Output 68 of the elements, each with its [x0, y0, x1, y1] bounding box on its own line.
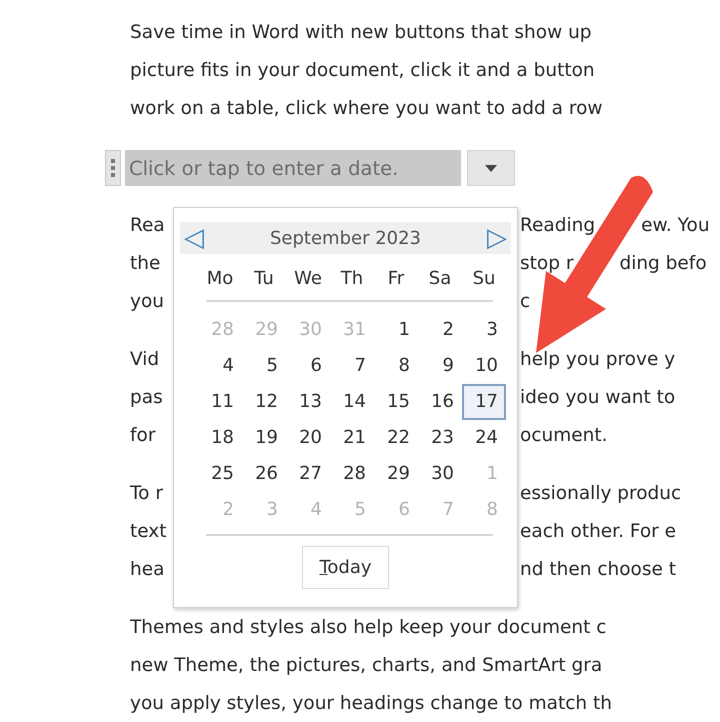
body-text: work on a table, click where you want to add a row	[130, 97, 603, 121]
weekday-label: Sa	[428, 267, 452, 291]
body-text: nd then choose t	[520, 558, 676, 582]
body-text: new Theme, the pictures, charts, and SmartArt gra	[130, 654, 602, 678]
calendar-day[interactable]: 25	[198, 456, 242, 492]
body-text: ideo you want to	[520, 386, 676, 410]
weekday-label: Mo	[206, 267, 234, 291]
calendar-day[interactable]: 17	[462, 384, 506, 420]
body-text: ew. You	[641, 214, 710, 238]
weekday-label: We	[293, 267, 323, 291]
body-text: hea	[130, 558, 164, 582]
calendar-day[interactable]: 29	[374, 456, 418, 492]
body-text: essionally produc	[520, 482, 682, 506]
body-text: help you prove y	[520, 348, 676, 372]
body-text: you	[130, 290, 164, 314]
calendar-day[interactable]: 10	[462, 348, 506, 384]
today-button[interactable]: Today	[302, 546, 389, 589]
month-title: September 2023	[270, 228, 422, 248]
weekday-label: Fr	[386, 267, 406, 291]
body-text: ocument.	[520, 424, 608, 448]
body-text: Rea	[130, 214, 165, 238]
body-text: picture fits in your document, click it and a button	[130, 59, 595, 83]
caret-icon	[485, 164, 497, 172]
calendar-day[interactable]: 8	[374, 348, 418, 384]
body-text: for	[130, 424, 156, 448]
calendar-day[interactable]: 27	[286, 456, 330, 492]
calendar-day[interactable]: 3	[462, 312, 506, 348]
body-text: text	[130, 520, 167, 544]
calendar-day[interactable]: 30	[418, 456, 462, 492]
body-text: c	[520, 290, 530, 314]
calendar-day[interactable]: 20	[286, 420, 330, 456]
calendar-day[interactable]: 7	[330, 348, 374, 384]
calendar-day[interactable]: 11	[198, 384, 242, 420]
weekday-label: Su	[472, 267, 496, 291]
calendar-day[interactable]: 21	[330, 420, 374, 456]
calendar-day[interactable]: 22	[374, 420, 418, 456]
weekday-label: Th	[340, 267, 364, 291]
calendar-day[interactable]: 24	[462, 420, 506, 456]
calendar-day[interactable]: 5	[242, 348, 286, 384]
body-text: To r	[130, 482, 163, 506]
calendar-day[interactable]: 12	[242, 384, 286, 420]
body-text: Save time in Word with new buttons that show up	[130, 21, 592, 45]
body-text: stop r	[520, 252, 574, 276]
calendar-day[interactable]: 4	[198, 348, 242, 384]
calendar-day[interactable]: 9	[418, 348, 462, 384]
body-text: ding befo	[619, 252, 707, 276]
calendar-day[interactable]: 1	[374, 312, 418, 348]
calendar-day[interactable]: 23	[418, 420, 462, 456]
calendar-day[interactable]: 19	[242, 420, 286, 456]
calendar-day[interactable]: 28	[330, 456, 374, 492]
calendar-day[interactable]: 14	[330, 384, 374, 420]
calendar-day[interactable]: 6	[286, 348, 330, 384]
drag-handle-icon[interactable]	[105, 150, 121, 186]
body-text: Themes and styles also help keep your document c	[130, 616, 606, 640]
body-text: Vid	[130, 348, 160, 372]
calendar-day[interactable]: 18	[198, 420, 242, 456]
dropdown-button[interactable]	[467, 150, 515, 186]
calendar-day[interactable]: 16	[418, 384, 462, 420]
body-text: each other. For e	[520, 520, 676, 544]
body-text: the	[130, 252, 160, 276]
calendar-day[interactable]: 2	[418, 312, 462, 348]
calendar-day[interactable]: 26	[242, 456, 286, 492]
body-text: Reading	[520, 214, 596, 238]
body-text: you apply styles, your headings change to match th	[130, 692, 612, 716]
weekday-label: Tu	[253, 267, 275, 291]
calendar-day[interactable]: 15	[374, 384, 418, 420]
body-text: pas	[130, 386, 163, 410]
calendar-day[interactable]: 13	[286, 384, 330, 420]
